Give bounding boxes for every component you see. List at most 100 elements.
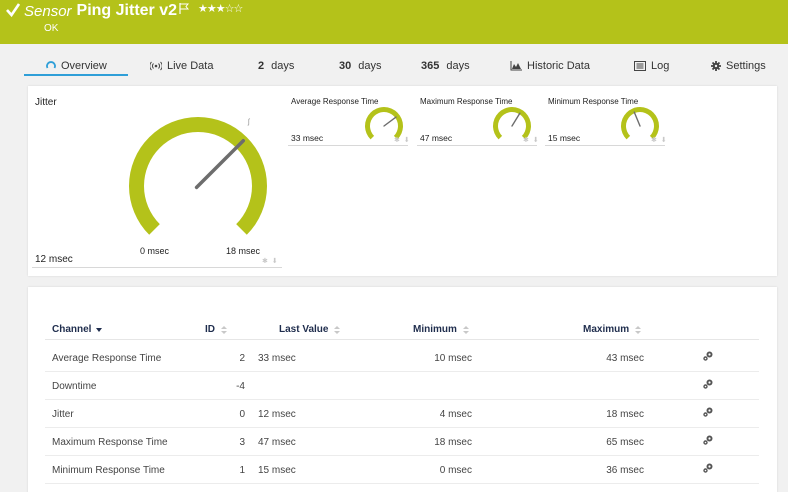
mini-gauge-value: 15 msec — [548, 133, 581, 143]
mini-gauge-needle — [383, 116, 397, 127]
tab-label: days — [358, 60, 382, 72]
channel-settings-icon[interactable] — [702, 434, 714, 446]
tab-days-number: 365 — [421, 60, 440, 72]
channel-minimum: 10 msec — [434, 353, 472, 364]
mini-gauge-needle — [511, 112, 521, 127]
table-header-divider — [45, 339, 759, 340]
channel-maximum: 43 msec — [606, 353, 644, 364]
settings-icon — [711, 61, 721, 71]
gauge-min-label: 0 msec — [140, 246, 170, 256]
jitter-gauge[interactable]: ʃ — [118, 108, 278, 238]
tab-label: Overview — [61, 60, 107, 72]
title-row: Sensor Ping Jitter v2 ★★★☆☆ — [24, 1, 243, 21]
tab-2-days[interactable]: 2 days — [258, 56, 294, 76]
live-data-icon — [150, 61, 162, 71]
sensor-title: Ping Jitter v2 — [76, 2, 178, 19]
channel-last-value: 15 msec — [258, 465, 296, 476]
main-gauge-value: 12 msec — [35, 254, 73, 265]
channel-id: 3 — [239, 437, 245, 448]
tab-365-days[interactable]: 365 days — [421, 56, 470, 76]
tab-log[interactable]: Log — [634, 56, 669, 76]
channel-minimum: 18 msec — [434, 437, 472, 448]
channel-name[interactable]: Minimum Response Time — [52, 465, 165, 476]
tab-label: days — [271, 60, 295, 72]
mini-gauge-arc — [365, 107, 403, 140]
table-row[interactable]: Minimum Response Time 1 15 msec 0 msec 36 ms… — [45, 456, 759, 484]
tab-overview[interactable]: Overview — [46, 56, 107, 76]
column-header-label: Minimum — [413, 324, 457, 335]
column-header-minimum[interactable]: Minimum — [413, 324, 469, 335]
column-header-maximum[interactable]: Maximum — [583, 324, 642, 335]
gauge-arc — [129, 117, 267, 235]
gauge-max-label: 18 msec — [226, 246, 261, 256]
channels-panel: Channel ID Last Value Minimum Maximum Av… — [28, 287, 777, 492]
priority-stars[interactable]: ★★★☆☆ — [198, 2, 243, 15]
channel-minimum: 4 msec — [439, 409, 472, 420]
channel-last-value: 12 msec — [258, 409, 296, 420]
mini-gauge-needle — [633, 111, 641, 127]
channel-name[interactable]: Maximum Response Time — [52, 437, 168, 448]
gauge-end-mark: ʃ — [247, 119, 251, 126]
tab-label: days — [446, 60, 470, 72]
mini-gauge-arc — [493, 107, 531, 140]
sensor-header: Sensor Ping Jitter v2 ★★★☆☆ OK — [0, 0, 788, 44]
table-row[interactable]: Downtime -4 — [45, 372, 759, 400]
channel-id: 1 — [239, 465, 245, 476]
channel-last-value: 33 msec — [258, 353, 296, 364]
tab-live-data[interactable]: Live Data — [150, 56, 213, 76]
channel-name[interactable]: Average Response Time — [52, 353, 161, 364]
column-header-label: ID — [205, 324, 215, 335]
mini-gauge-arc — [621, 107, 659, 140]
check-icon — [6, 3, 20, 18]
channel-maximum: 36 msec — [606, 465, 644, 476]
channel-id: -4 — [236, 381, 245, 392]
status-text: OK — [44, 23, 59, 34]
gauge-actions-icon[interactable]: ✱ ⬇ — [262, 257, 279, 265]
channel-id: 2 — [239, 353, 245, 364]
mini-gauge-divider — [288, 145, 408, 146]
table-row[interactable]: Jitter 0 12 msec 4 msec 18 msec — [45, 400, 759, 428]
mini-gauge-actions-icon[interactable]: ✱ ⬇ — [651, 136, 668, 144]
column-header-id[interactable]: ID — [205, 324, 227, 335]
sort-desc-icon — [96, 327, 103, 332]
channel-maximum: 65 msec — [606, 437, 644, 448]
tab-days-number: 30 — [339, 60, 352, 72]
column-header-last-value[interactable]: Last Value — [279, 324, 341, 335]
chart-icon — [510, 61, 522, 71]
mini-gauge-value: 47 msec — [420, 133, 453, 143]
mini-gauge-actions-icon[interactable]: ✱ ⬇ — [394, 136, 411, 144]
channel-minimum: 0 msec — [439, 465, 472, 476]
sort-icon — [462, 325, 469, 334]
mini-gauge-title: Maximum Response Time — [420, 97, 513, 106]
log-icon — [634, 61, 646, 71]
tab-settings[interactable]: Settings — [711, 56, 766, 76]
overview-icon — [46, 61, 56, 69]
tab-bar: Overview Live Data 2 days 30 days 365 da… — [24, 56, 776, 76]
sort-icon — [221, 325, 227, 334]
column-header-label: Channel — [52, 324, 92, 335]
table-row[interactable]: Average Response Time 2 33 msec 10 msec 43 m… — [45, 344, 759, 372]
title-prefix: Sensor — [24, 2, 72, 20]
channel-last-value: 47 msec — [258, 437, 296, 448]
channel-name[interactable]: Downtime — [52, 381, 96, 392]
channel-settings-icon[interactable] — [702, 406, 714, 418]
tab-label: Live Data — [167, 60, 214, 72]
mini-gauge-actions-icon[interactable]: ✱ ⬇ — [523, 136, 540, 144]
channel-name[interactable]: Jitter — [52, 409, 74, 420]
column-header-channel[interactable]: Channel — [52, 324, 103, 335]
channel-id: 0 — [239, 409, 245, 420]
channel-settings-icon[interactable] — [702, 462, 714, 474]
tab-historic-data[interactable]: Historic Data — [510, 56, 590, 76]
main-gauge-title: Jitter — [35, 97, 57, 108]
table-row[interactable]: Maximum Response Time 3 47 msec 18 msec 65 m… — [45, 428, 759, 456]
channel-settings-icon[interactable] — [702, 350, 714, 362]
channel-settings-icon[interactable] — [702, 378, 714, 390]
tab-30-days[interactable]: 30 days — [339, 56, 382, 76]
mini-gauge-divider — [545, 145, 665, 146]
flag-icon[interactable] — [179, 3, 190, 14]
tab-days-number: 2 — [258, 60, 265, 72]
gauge-divider — [32, 267, 282, 268]
channel-maximum: 18 msec — [606, 409, 644, 420]
mini-gauge-title: Average Response Time — [291, 97, 379, 106]
mini-gauge-title: Minimum Response Time — [548, 97, 639, 106]
